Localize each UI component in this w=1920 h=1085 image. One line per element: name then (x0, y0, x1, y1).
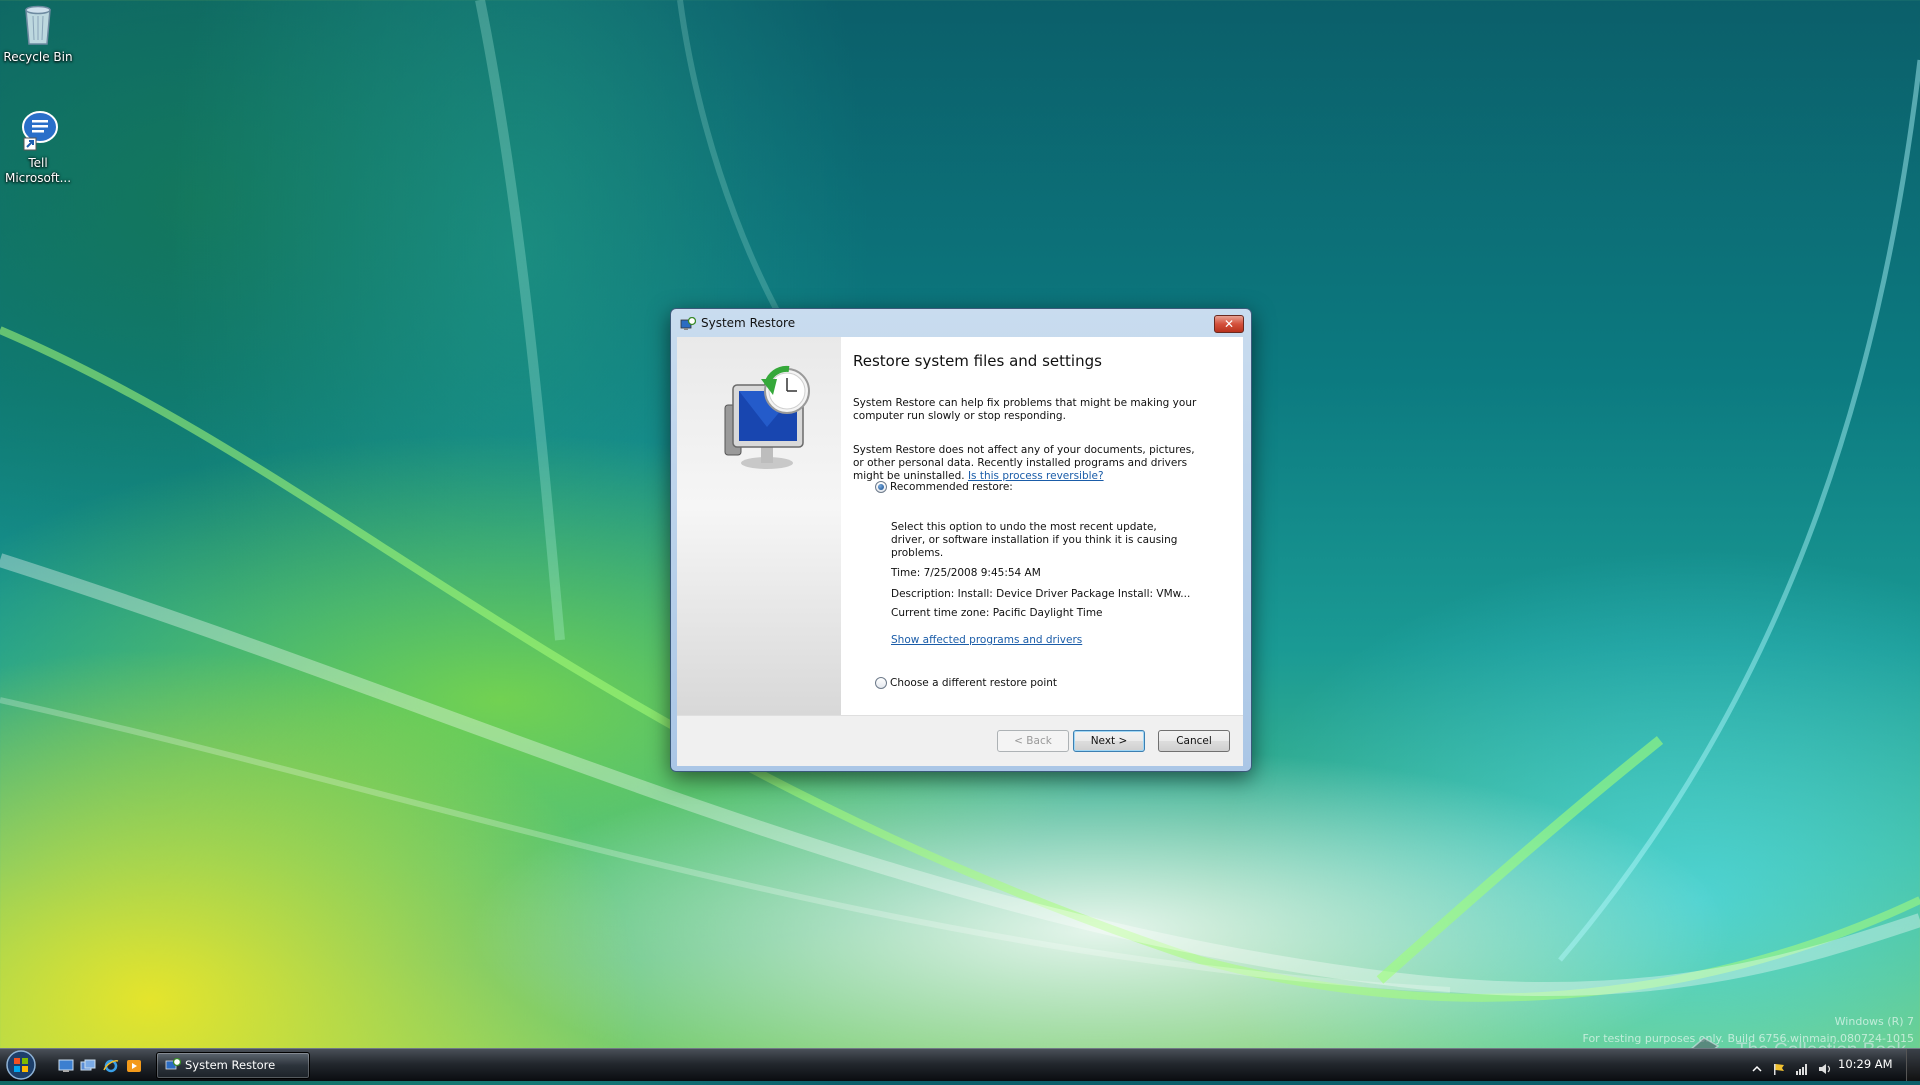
system-restore-dialog: System Restore ✕ Restore system files an… (670, 308, 1252, 772)
tell-microsoft-desktop-icon[interactable]: Tell Microsoft... (0, 108, 76, 186)
internet-explorer-icon[interactable] (103, 1058, 119, 1073)
start-button[interactable] (4, 1049, 38, 1081)
close-button[interactable]: ✕ (1214, 315, 1244, 333)
show-desktop-button[interactable] (1906, 1049, 1920, 1081)
system-restore-app-icon (680, 316, 697, 330)
recommended-restore-option[interactable]: Recommended restore: (875, 479, 1195, 495)
different-restore-point-label: Choose a different restore point (890, 677, 1058, 689)
taskbar-clock[interactable]: 10:29 AM (1838, 1057, 1893, 1071)
media-player-icon[interactable] (126, 1058, 142, 1072)
show-hidden-icons-chevron-icon[interactable] (1750, 1060, 1764, 1072)
windows-logo-icon (6, 1050, 36, 1080)
wizard-side-panel (677, 337, 841, 715)
tell-microsoft-label: Tell Microsoft... (4, 156, 72, 185)
action-center-flag-icon[interactable] (1772, 1060, 1786, 1075)
next-button[interactable]: Next > (1073, 730, 1145, 752)
network-icon[interactable] (1795, 1060, 1809, 1075)
switch-windows-icon[interactable] (80, 1058, 96, 1072)
restore-timezone: Current time zone: Pacific Daylight Time (891, 607, 1103, 619)
build-watermark-line1: Windows (R) 7 (1834, 1015, 1914, 1028)
show-desktop-icon[interactable] (58, 1058, 74, 1072)
recycle-bin-label: Recycle Bin (3, 50, 73, 64)
different-restore-point-radio[interactable] (875, 677, 887, 689)
dialog-title: System Restore (701, 316, 796, 330)
info-text: System Restore does not affect any of yo… (853, 444, 1203, 483)
feedback-bubble-icon (16, 108, 60, 152)
taskbar-button-label: System Restore (185, 1058, 276, 1072)
show-affected-programs-link[interactable]: Show affected programs and drivers (891, 634, 1082, 646)
recommended-restore-label: Recommended restore: (890, 481, 1013, 493)
taskbar-button-system-restore[interactable]: System Restore (156, 1052, 310, 1079)
page-title: Restore system files and settings (853, 352, 1102, 370)
back-button[interactable]: < Back (997, 730, 1069, 752)
close-icon: ✕ (1223, 317, 1235, 331)
recommended-restore-radio[interactable] (875, 481, 887, 493)
dialog-client-area: Restore system files and settings System… (677, 337, 1243, 766)
system-restore-illustration-icon (724, 365, 810, 469)
system-restore-task-icon (165, 1058, 181, 1070)
radio-selected-dot (878, 484, 884, 490)
affected-link-container: Show affected programs and drivers (891, 634, 1241, 647)
cancel-button[interactable]: Cancel (1158, 730, 1230, 752)
different-restore-point-option[interactable]: Choose a different restore point (875, 675, 1195, 691)
recommended-restore-description: Select this option to undo the most rece… (891, 521, 1178, 559)
dialog-titlebar[interactable]: System Restore ✕ (671, 309, 1251, 337)
restore-description: Description: Install: Device Driver Pack… (891, 588, 1191, 600)
restore-time: Time: 7/25/2008 9:45:54 AM (891, 567, 1041, 579)
intro-text: System Restore can help fix problems tha… (853, 397, 1197, 422)
taskbar: System Restore 10:29 AM (0, 1048, 1920, 1081)
recycle-bin-desktop-icon[interactable]: Recycle Bin (0, 2, 76, 65)
recycle-bin-icon (16, 2, 60, 46)
wizard-footer: < Back Next > Cancel (677, 715, 1243, 766)
volume-icon[interactable] (1818, 1060, 1832, 1074)
